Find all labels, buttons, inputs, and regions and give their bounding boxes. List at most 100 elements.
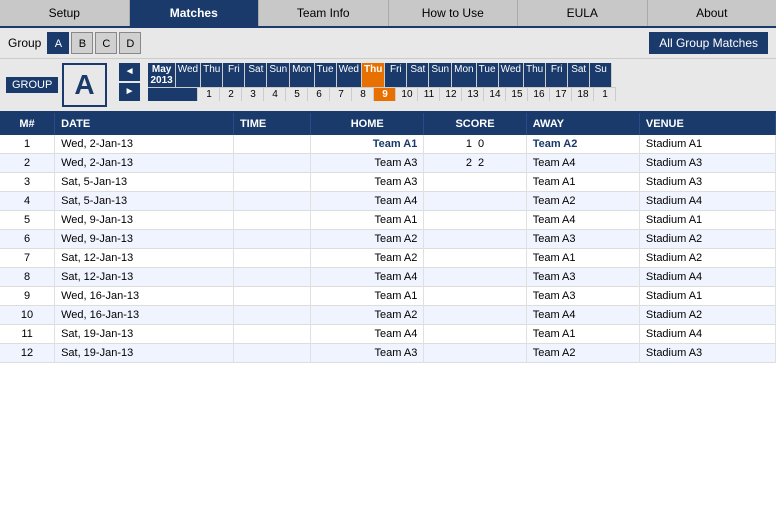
table-row: 1 Wed, 2-Jan-13 Team A1 1 0 Team A2 Stad… [0, 135, 776, 154]
col-venue: VENUE [639, 113, 775, 135]
cal-num-2[interactable]: 2 [220, 87, 242, 101]
all-group-matches-button[interactable]: All Group Matches [649, 32, 768, 54]
cell-time [233, 249, 310, 268]
cell-venue: Stadium A3 [639, 344, 775, 363]
next-arrow[interactable]: ► [119, 83, 141, 101]
cell-score [424, 325, 526, 344]
cell-match-num: 2 [0, 154, 55, 173]
group-btn-c[interactable]: C [95, 32, 117, 54]
cal-day-wed1: Wed [176, 63, 201, 87]
cell-date: Sat, 5-Jan-13 [55, 192, 234, 211]
cal-num-11[interactable]: 11 [418, 87, 440, 101]
cell-match-num: 4 [0, 192, 55, 211]
cal-num-su[interactable]: 1 [594, 87, 616, 101]
cal-num-4[interactable]: 4 [264, 87, 286, 101]
cal-num-18[interactable]: 18 [572, 87, 594, 101]
cal-header-row: May 2013 Wed Thu Fri Sat Sun Mon Tue Wed… [148, 63, 770, 87]
group-a-block: GROUP A [6, 63, 107, 107]
cal-num-10[interactable]: 10 [396, 87, 418, 101]
cal-day-sat2: Sat [407, 63, 429, 87]
cal-num-15[interactable]: 15 [506, 87, 528, 101]
col-time: TIME [233, 113, 310, 135]
matches-table: M# DATE TIME HOME SCORE AWAY VENUE 1 Wed… [0, 113, 776, 363]
cell-home: Team A3 [311, 173, 424, 192]
cell-score [424, 268, 526, 287]
tab-about[interactable]: About [648, 0, 776, 26]
cal-num-7[interactable]: 7 [330, 87, 352, 101]
cal-num-9-highlight[interactable]: 9 [374, 87, 396, 101]
cal-num-5[interactable]: 5 [286, 87, 308, 101]
cell-date: Wed, 9-Jan-13 [55, 211, 234, 230]
cell-venue: Stadium A2 [639, 306, 775, 325]
cell-venue: Stadium A3 [639, 154, 775, 173]
cell-away: Team A2 [526, 135, 639, 154]
cell-match-num: 8 [0, 268, 55, 287]
cell-match-num: 11 [0, 325, 55, 344]
cal-nums-row: 1 2 3 4 5 6 7 8 9 10 11 12 13 14 15 16 1… [148, 87, 770, 101]
calendar-grid: May 2013 Wed Thu Fri Sat Sun Mon Tue Wed… [148, 63, 770, 107]
cal-day-sun2: Sun [429, 63, 452, 87]
tab-matches[interactable]: Matches [130, 0, 260, 26]
cal-num-6[interactable]: 6 [308, 87, 330, 101]
table-row: 6 Wed, 9-Jan-13 Team A2 Team A3 Stadium … [0, 230, 776, 249]
tab-eula[interactable]: EULA [518, 0, 648, 26]
group-btn-a[interactable]: A [47, 32, 69, 54]
cal-day-tue1: Tue [315, 63, 337, 87]
cell-home: Team A1 [311, 135, 424, 154]
cell-away: Team A3 [526, 230, 639, 249]
cell-time [233, 344, 310, 363]
cell-venue: Stadium A2 [639, 249, 775, 268]
cal-num-3[interactable]: 3 [242, 87, 264, 101]
cell-time [233, 325, 310, 344]
group-label: Group [8, 36, 41, 50]
table-row: 11 Sat, 19-Jan-13 Team A4 Team A1 Stadiu… [0, 325, 776, 344]
cell-score [424, 211, 526, 230]
table-header-row: M# DATE TIME HOME SCORE AWAY VENUE [0, 113, 776, 135]
cell-match-num: 3 [0, 173, 55, 192]
cal-day-mon1: Mon [290, 63, 314, 87]
cell-away: Team A1 [526, 249, 639, 268]
prev-arrow[interactable]: ◄ [119, 63, 141, 81]
cell-home: Team A3 [311, 344, 424, 363]
cal-num-1[interactable]: 1 [198, 87, 220, 101]
cell-home: Team A1 [311, 287, 424, 306]
cell-time [233, 230, 310, 249]
cell-away: Team A4 [526, 211, 639, 230]
cal-num-8[interactable]: 8 [352, 87, 374, 101]
tab-howtouse[interactable]: How to Use [389, 0, 519, 26]
cell-home: Team A2 [311, 306, 424, 325]
table-row: 9 Wed, 16-Jan-13 Team A1 Team A3 Stadium… [0, 287, 776, 306]
cell-score [424, 306, 526, 325]
cell-away: Team A1 [526, 325, 639, 344]
nav-arrows: ◄ ► [119, 63, 141, 107]
tab-setup[interactable]: Setup [0, 0, 130, 26]
cell-match-num: 1 [0, 135, 55, 154]
cal-day-sat3: Sat [568, 63, 590, 87]
cell-time [233, 135, 310, 154]
cal-day-mon2: Mon [452, 63, 476, 87]
cal-num-17[interactable]: 17 [550, 87, 572, 101]
cal-num-14[interactable]: 14 [484, 87, 506, 101]
cal-num-12[interactable]: 12 [440, 87, 462, 101]
cal-num-16[interactable]: 16 [528, 87, 550, 101]
cell-date: Wed, 16-Jan-13 [55, 287, 234, 306]
cell-time [233, 173, 310, 192]
cell-date: Wed, 9-Jan-13 [55, 230, 234, 249]
cell-venue: Stadium A4 [639, 192, 775, 211]
cell-time [233, 306, 310, 325]
group-btn-d[interactable]: D [119, 32, 141, 54]
table-row: 7 Sat, 12-Jan-13 Team A2 Team A1 Stadium… [0, 249, 776, 268]
col-away: AWAY [526, 113, 639, 135]
cell-time [233, 192, 310, 211]
cell-venue: Stadium A2 [639, 230, 775, 249]
cell-score [424, 287, 526, 306]
group-btn-b[interactable]: B [71, 32, 93, 54]
cell-score [424, 173, 526, 192]
cal-num-13[interactable]: 13 [462, 87, 484, 101]
group-nav-label: GROUP [6, 77, 58, 93]
cell-home: Team A4 [311, 192, 424, 211]
cell-time [233, 287, 310, 306]
tab-teaminfo[interactable]: Team Info [259, 0, 389, 26]
cal-num-empty [148, 87, 198, 101]
cell-time [233, 211, 310, 230]
